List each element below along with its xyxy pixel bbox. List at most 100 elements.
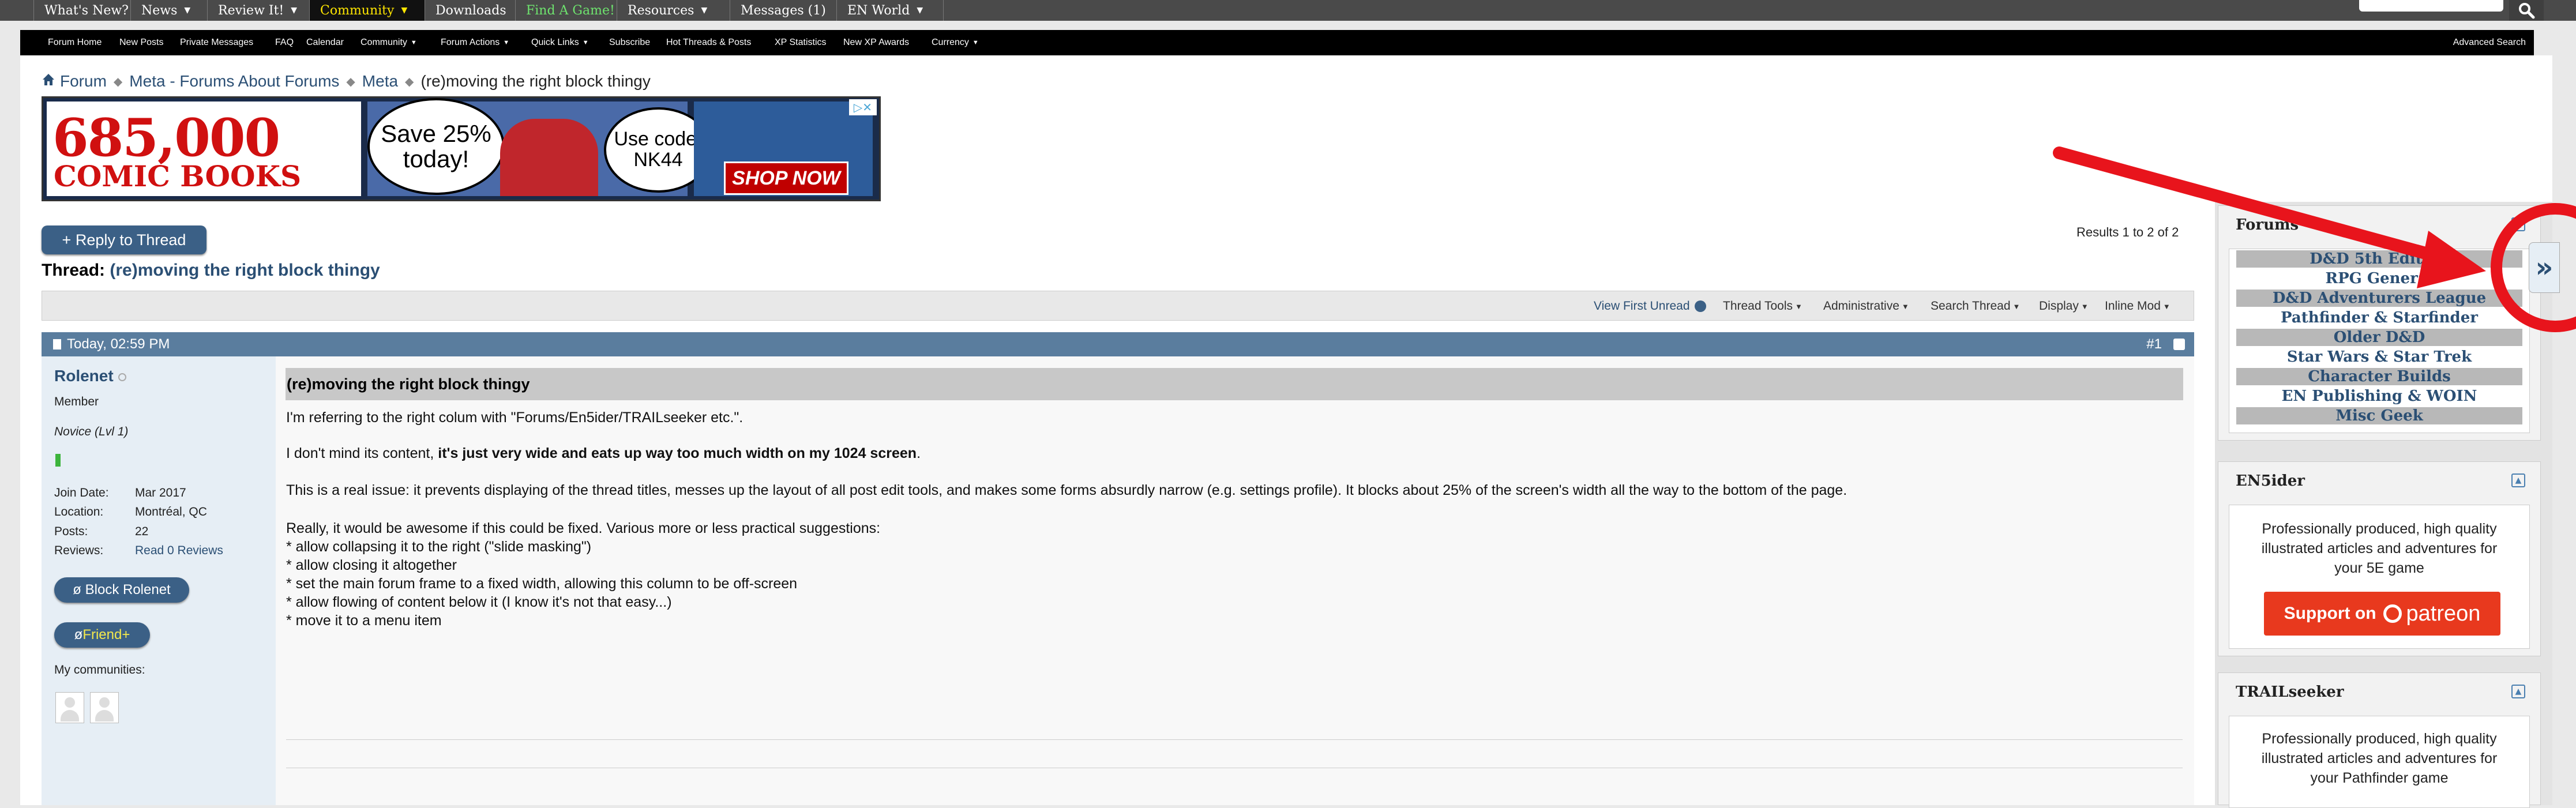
breadcrumb-current: (re)moving the right block thingy bbox=[420, 72, 651, 90]
search-icon[interactable] bbox=[2509, 0, 2544, 21]
forum-link[interactable]: Character Builds bbox=[2236, 368, 2522, 385]
post-title: (re)moving the right block thingy bbox=[286, 368, 2183, 400]
post-header: Today, 02:59 PM #1 bbox=[42, 332, 2194, 356]
breadcrumb-meta-forums[interactable]: Meta - Forums About Forums bbox=[129, 72, 339, 91]
ad-choices-icon[interactable]: ▷✕ bbox=[849, 99, 877, 115]
post-date: Today, 02:59 PM bbox=[53, 332, 170, 356]
tab-en-world[interactable]: EN World ▼ bbox=[836, 0, 944, 21]
forum-link[interactable]: Star Wars & Star Trek bbox=[2236, 348, 2522, 366]
community-avatar[interactable] bbox=[90, 692, 119, 723]
post-text-line: * allow collapsing it to the right ("sli… bbox=[286, 539, 592, 555]
collapse-icon[interactable]: ▲ bbox=[2511, 685, 2525, 698]
post-text-line: This is a real issue: it prevents displa… bbox=[286, 482, 1847, 498]
trailseeker-description: Professionally produced, high quality il… bbox=[2261, 731, 2498, 786]
sidebar-trailseeker-title: TRAILseeker bbox=[2236, 683, 2344, 701]
caret-down-icon: ▼ bbox=[2081, 302, 2089, 311]
ad-panel-count: 685,000 COMIC BOOKS bbox=[47, 102, 361, 196]
sidebar-expand-icon[interactable]: » bbox=[2529, 242, 2560, 293]
home-icon[interactable] bbox=[42, 72, 55, 91]
post-text-line: I don't mind its content, it's just very… bbox=[286, 445, 921, 461]
tab-downloads[interactable]: Downloads bbox=[425, 0, 515, 21]
block-user-button[interactable]: ø Block Rolenet bbox=[54, 577, 189, 603]
top-nav-bar: What's New? News ▼ Review It! ▼ Community ▼… bbox=[0, 0, 2576, 21]
inline-mod-menu[interactable]: Inline Mod ▼ bbox=[2105, 291, 2171, 321]
post-username[interactable]: Rolenet bbox=[54, 367, 126, 385]
search-thread-menu[interactable]: Search Thread ▼ bbox=[1931, 291, 2020, 321]
comic-books-ad-banner[interactable]: 685,000 COMIC BOOKS Save 25% today! Use … bbox=[42, 96, 881, 201]
post-select-checkbox[interactable] bbox=[2173, 339, 2185, 350]
subnav-xp-statistics[interactable]: XP Statistics bbox=[775, 30, 827, 55]
subnav-currency[interactable]: Currency ▼ bbox=[932, 30, 979, 55]
sidebar-trailseeker-block: TRAILseeker ▲ Professionally produced, h… bbox=[2218, 672, 2541, 808]
caret-down-icon: ▼ bbox=[2012, 302, 2021, 311]
subnav-new-xp-awards[interactable]: New XP Awards bbox=[843, 30, 909, 55]
support-on-patreon-button[interactable]: Support on patreon bbox=[2264, 592, 2500, 636]
shop-now-button[interactable]: SHOP NOW bbox=[724, 161, 848, 195]
ad-panel-hero: Save 25% today! Use code: NK44 bbox=[367, 98, 712, 196]
sub-nav-bar: Forum Home New Posts Private Messages FA… bbox=[20, 30, 2534, 55]
caret-down-icon: ▼ bbox=[1901, 302, 1909, 311]
tab-whats-new[interactable]: What's New? bbox=[33, 0, 130, 21]
subnav-community[interactable]: Community ▼ bbox=[361, 30, 417, 55]
sidebar-en5ider-block: EN5ider ▲ Professionally produced, high … bbox=[2218, 461, 2541, 656]
subnav-new-posts[interactable]: New Posts bbox=[119, 30, 163, 55]
online-status-icon bbox=[118, 373, 126, 381]
friend-button[interactable]: ø Friend+ bbox=[54, 622, 150, 648]
trailseeker-content: Professionally produced, high quality il… bbox=[2229, 716, 2530, 808]
thread-tools-menu[interactable]: Thread Tools ▼ bbox=[1723, 291, 1803, 321]
forum-link[interactable]: Pathfinder & Starfinder bbox=[2236, 309, 2522, 326]
subnav-faq[interactable]: FAQ bbox=[275, 30, 294, 55]
user-rank: Novice (Lvl 1) bbox=[54, 425, 129, 438]
breadcrumb-separator-icon: ◆ bbox=[346, 75, 355, 88]
forum-link[interactable]: EN Publishing & WOIN bbox=[2236, 388, 2522, 405]
forum-link[interactable]: Misc Geek bbox=[2236, 407, 2522, 424]
divider bbox=[286, 739, 2183, 740]
en5ider-description: Professionally produced, high quality il… bbox=[2261, 521, 2498, 576]
tab-find-a-game[interactable]: Find A Game! bbox=[515, 0, 617, 21]
breadcrumb: Forum ◆ Meta - Forums About Forums ◆ Met… bbox=[42, 70, 651, 92]
subnav-calendar[interactable]: Calendar bbox=[306, 30, 344, 55]
post-number-link[interactable]: #1 bbox=[2146, 332, 2162, 356]
subnav-private-messages[interactable]: Private Messages bbox=[180, 30, 253, 55]
collapse-icon[interactable]: ▲ bbox=[2511, 217, 2525, 231]
advanced-search-link[interactable]: Advanced Search bbox=[2453, 30, 2526, 55]
breadcrumb-separator-icon: ◆ bbox=[113, 75, 123, 88]
tab-resources[interactable]: Resources ▼ bbox=[617, 0, 730, 21]
administrative-menu[interactable]: Administrative ▼ bbox=[1823, 291, 1909, 321]
breadcrumb-forum[interactable]: Forum bbox=[60, 72, 107, 91]
display-menu[interactable]: Display ▼ bbox=[2039, 291, 2089, 321]
community-avatar[interactable] bbox=[55, 692, 84, 723]
save-bubble: Save 25% today! bbox=[367, 98, 505, 195]
en5ider-content: Professionally produced, high quality il… bbox=[2229, 505, 2530, 649]
results-count: Results 1 to 2 of 2 bbox=[2076, 225, 2179, 239]
tab-messages[interactable]: Messages (1) bbox=[730, 0, 836, 21]
reply-to-thread-button[interactable]: + Reply to Thread bbox=[42, 226, 206, 254]
top-search-input[interactable] bbox=[2359, 0, 2503, 12]
user-title: Member bbox=[54, 395, 99, 408]
subnav-subscribe[interactable]: Subscribe bbox=[609, 30, 650, 55]
view-first-unread-link[interactable]: View First Unread bbox=[1594, 291, 1706, 321]
my-communities-label: My communities: bbox=[54, 663, 145, 677]
forum-link[interactable]: RPG General bbox=[2236, 270, 2522, 287]
post-text-line: * move it to a menu item bbox=[286, 612, 442, 629]
tab-news[interactable]: News ▼ bbox=[130, 0, 207, 21]
tab-community[interactable]: Community ▼ bbox=[309, 0, 425, 21]
sidebar-en5ider-title: EN5ider bbox=[2236, 472, 2305, 490]
post-text-line: Really, it would be awesome if this coul… bbox=[286, 520, 881, 536]
breadcrumb-meta[interactable]: Meta bbox=[362, 72, 398, 91]
subnav-forum-home[interactable]: Forum Home bbox=[48, 30, 102, 55]
forum-link[interactable]: Older D&D bbox=[2236, 329, 2522, 346]
sidebar-forums-title: Forums bbox=[2236, 216, 2299, 234]
breadcrumb-separator-icon: ◆ bbox=[405, 75, 414, 88]
thread-toolbar: View First Unread Thread Tools ▼ Administ… bbox=[42, 291, 2194, 321]
subnav-quick-links[interactable]: Quick Links ▼ bbox=[531, 30, 589, 55]
subnav-hot-threads[interactable]: Hot Threads & Posts bbox=[666, 30, 751, 55]
patreon-logo-icon bbox=[2383, 604, 2402, 623]
subnav-forum-actions[interactable]: Forum Actions ▼ bbox=[441, 30, 509, 55]
tab-review-it[interactable]: Review It! ▼ bbox=[207, 0, 309, 21]
forum-link[interactable]: D&D 5th Edition bbox=[2236, 250, 2522, 268]
collapse-icon[interactable]: ▲ bbox=[2511, 473, 2525, 487]
arrow-icon bbox=[1694, 300, 1706, 312]
post-text-line: I'm referring to the right colum with "F… bbox=[286, 409, 743, 426]
forum-link[interactable]: D&D Adventurers League bbox=[2236, 290, 2522, 307]
